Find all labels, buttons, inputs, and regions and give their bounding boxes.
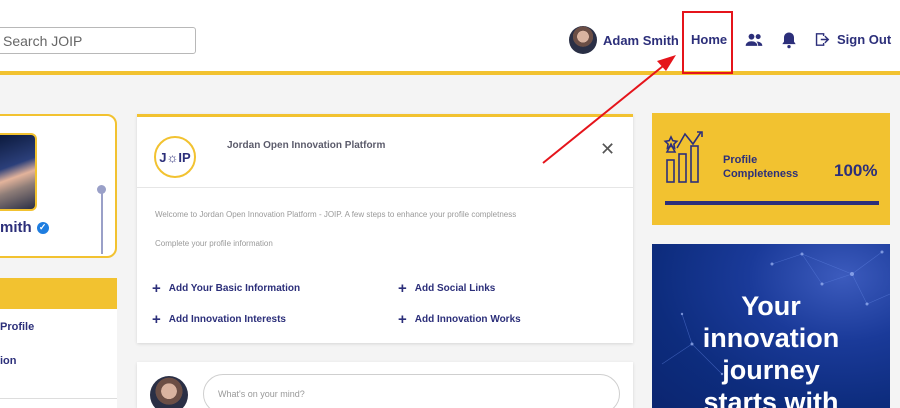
- welcome-card: J☼IP Jordan Open Innovation Platform ✕ W…: [137, 114, 633, 343]
- innovation-banner[interactable]: Your innovation journey starts with: [652, 244, 890, 408]
- plus-icon: +: [152, 280, 161, 297]
- bell-icon[interactable]: [779, 30, 799, 50]
- plus-icon: +: [398, 311, 407, 328]
- user-menu[interactable]: Adam Smith: [569, 26, 679, 54]
- left-menu-header: [0, 278, 117, 309]
- banner-line: journey: [722, 355, 820, 385]
- completeness-progress-bar: [665, 201, 879, 205]
- add-innovation-works-link[interactable]: + Add Innovation Works: [398, 312, 521, 327]
- completeness-label-line1: Profile: [723, 154, 758, 166]
- sign-out-icon: [815, 33, 830, 46]
- user-name[interactable]: Adam Smith: [603, 33, 679, 48]
- growth-chart-icon: [663, 131, 703, 183]
- link-label: Add Social Links: [414, 283, 496, 294]
- welcome-intro: Welcome to Jordan Open Innovation Platfo…: [155, 210, 517, 219]
- link-label: Add Innovation Works: [414, 314, 521, 325]
- post-composer: [137, 362, 633, 408]
- composer-avatar: [150, 376, 188, 408]
- plus-icon: +: [152, 311, 161, 328]
- banner-line: Your: [741, 291, 801, 321]
- people-icon[interactable]: [744, 30, 764, 50]
- profile-photo: [0, 133, 37, 211]
- completeness-label-line2: Completeness: [723, 168, 799, 180]
- add-innovation-interests-link[interactable]: + Add Innovation Interests: [152, 312, 286, 327]
- user-avatar[interactable]: [569, 26, 597, 54]
- link-label: Add Innovation Interests: [168, 314, 286, 325]
- plus-icon: +: [398, 280, 407, 297]
- left-menu-item-profile[interactable]: Profile: [0, 321, 34, 333]
- profile-name: mith ✓: [0, 219, 49, 236]
- joip-logo: J☼IP: [154, 136, 196, 178]
- left-menu-item-innovation[interactable]: ion: [0, 355, 17, 367]
- left-menu: Profile ion: [0, 309, 117, 408]
- close-icon[interactable]: ✕: [600, 139, 615, 160]
- link-label: Add Your Basic Information: [168, 283, 301, 294]
- completeness-percent: 100%: [834, 161, 878, 180]
- completeness-progress-fill: [665, 201, 879, 205]
- sign-out-button[interactable]: Sign Out: [813, 31, 891, 48]
- add-social-links-link[interactable]: + Add Social Links: [398, 281, 495, 296]
- search-input[interactable]: [0, 27, 196, 54]
- highlight-box: [682, 11, 733, 74]
- divider: [137, 187, 633, 188]
- divider: [0, 398, 117, 399]
- banner-headline: Your innovation journey starts with: [652, 290, 890, 408]
- sign-out-label: Sign Out: [837, 32, 892, 47]
- profile-name-text: mith: [0, 219, 32, 236]
- banner-line: starts with: [703, 387, 839, 408]
- post-input[interactable]: [203, 374, 620, 408]
- add-basic-info-link[interactable]: + Add Your Basic Information: [152, 281, 300, 296]
- banner-line: innovation: [702, 323, 840, 353]
- welcome-subtitle: Complete your profile information: [155, 239, 273, 248]
- welcome-title: Jordan Open Innovation Platform: [227, 140, 386, 151]
- verified-icon: ✓: [36, 221, 49, 234]
- top-bar: Adam Smith Home Sign Out: [0, 0, 900, 75]
- completeness-label: Profile Completeness: [723, 153, 798, 181]
- progress-line: [101, 190, 103, 254]
- profile-completeness-card: Profile Completeness 100%: [652, 113, 890, 225]
